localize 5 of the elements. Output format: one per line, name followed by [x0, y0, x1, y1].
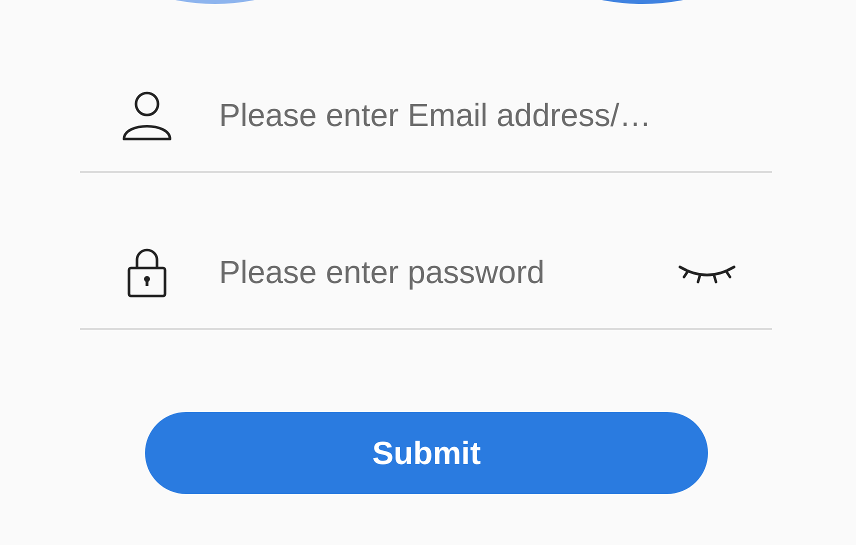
password-field[interactable]: Please enter password	[219, 250, 678, 294]
person-icon	[121, 90, 173, 142]
lock-icon	[127, 248, 167, 298]
submit-button[interactable]: Submit	[145, 412, 708, 494]
email-field[interactable]: Please enter Email address/…	[219, 94, 772, 138]
